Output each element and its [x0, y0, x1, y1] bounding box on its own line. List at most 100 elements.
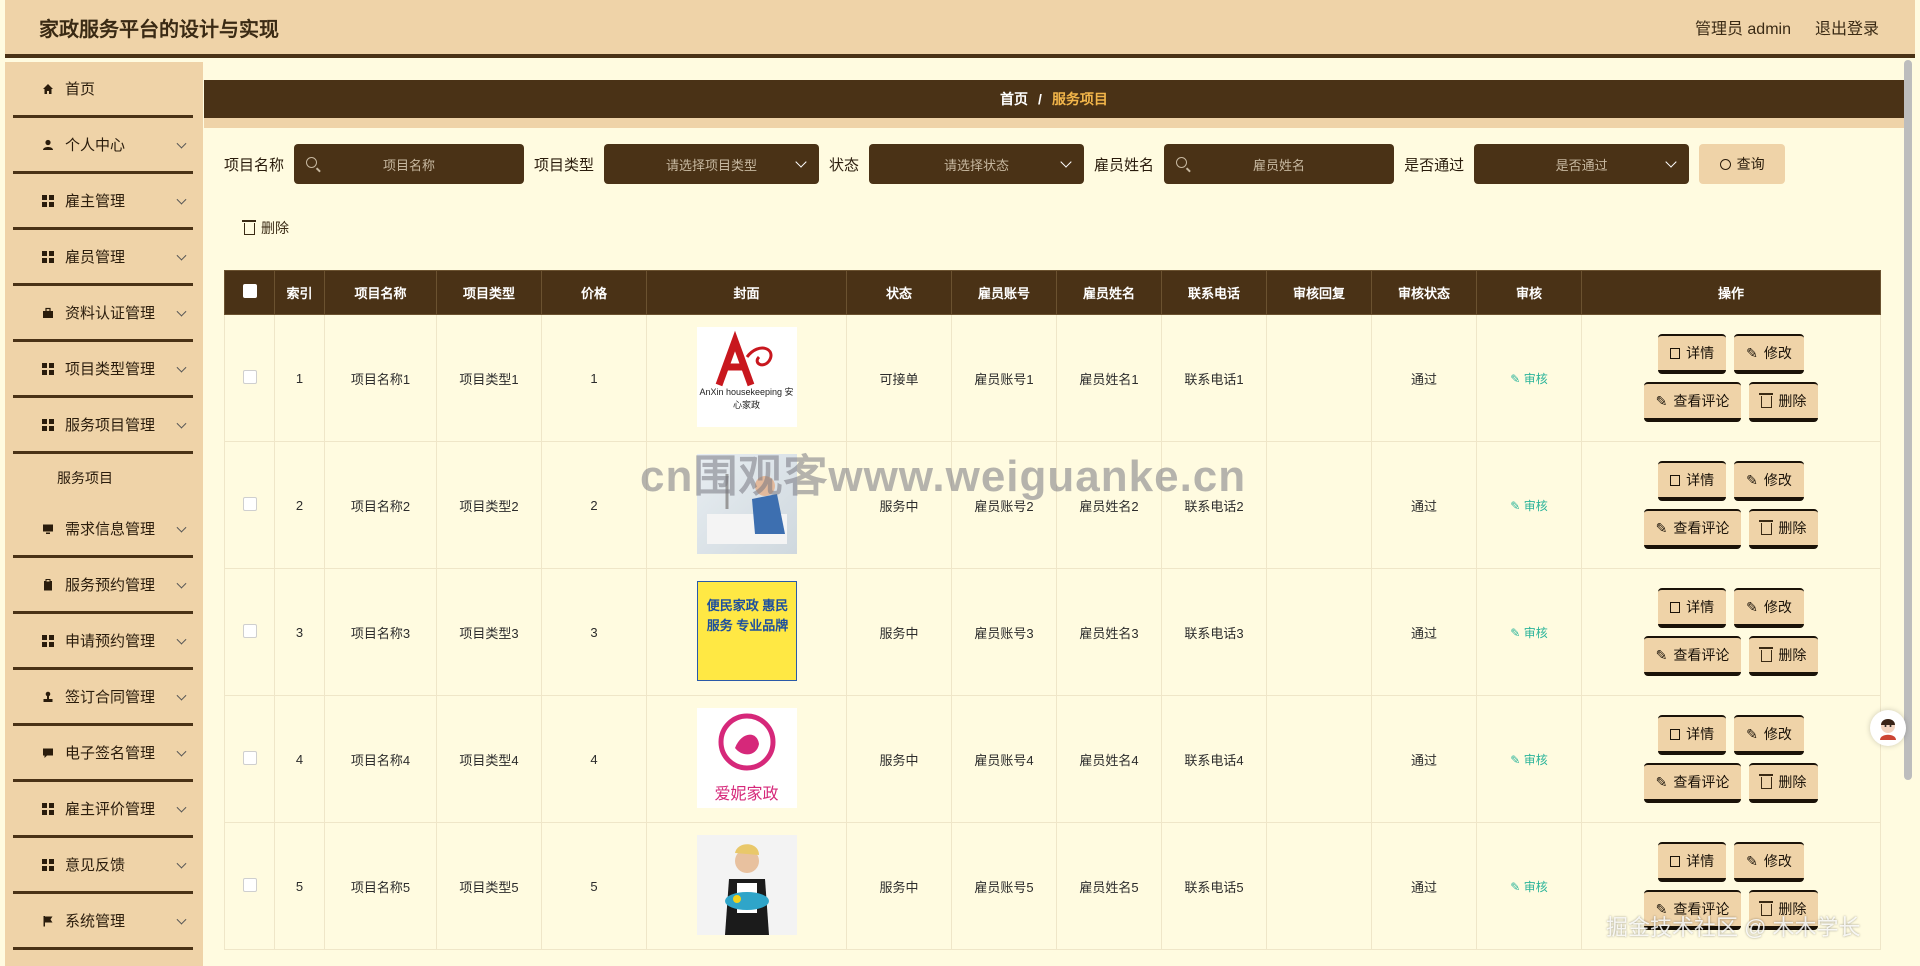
cell-reply: [1266, 568, 1372, 696]
cell-phone: 联系电话1: [1161, 314, 1267, 442]
assistant-avatar[interactable]: [1870, 710, 1906, 746]
audit-link[interactable]: ✎ 审核: [1510, 753, 1547, 767]
sidebar-item-certification[interactable]: 资料认证管理: [13, 286, 193, 342]
logout-link[interactable]: 退出登录: [1815, 15, 1879, 39]
sidebar-item-e-signature[interactable]: 电子签名管理: [13, 726, 193, 782]
trash-icon: [1759, 774, 1774, 789]
trash-icon: [1759, 520, 1774, 535]
view-comments-button[interactable]: ✎ 查看评论: [1643, 509, 1742, 549]
view-comments-button[interactable]: ✎ 查看评论: [1643, 382, 1742, 422]
chevron-down-icon: [1060, 156, 1072, 168]
detail-button[interactable]: 详情: [1658, 588, 1727, 628]
cell-account: 雇员账号3: [951, 568, 1057, 696]
flag-icon: [41, 914, 55, 928]
employee-name-placeholder: 雇员姓名: [1253, 157, 1306, 173]
select-all-cell[interactable]: [224, 270, 275, 315]
row-checkbox[interactable]: [242, 496, 257, 511]
page-scrollbar[interactable]: [1904, 60, 1912, 780]
sidebar-item-apply-booking[interactable]: 申请预约管理: [13, 614, 193, 670]
sidebar-item-system[interactable]: 系统管理: [13, 894, 193, 950]
select-all-checkbox[interactable]: [242, 284, 257, 298]
audit-link[interactable]: ✎ 审核: [1510, 626, 1547, 640]
sidebar-item-label: 系统管理: [65, 913, 126, 930]
project-name-label: 项目名称: [224, 156, 285, 174]
cell-audit-status: 通过: [1371, 441, 1477, 569]
project-type-select[interactable]: 请选择项目类型: [604, 144, 820, 184]
watermark-center: cn围观客www.weiguanke.cn: [640, 452, 1247, 501]
detail-button[interactable]: 详情: [1658, 715, 1727, 755]
cell-status: 可接单: [846, 314, 952, 442]
edit-button[interactable]: ✎ 修改: [1734, 461, 1804, 501]
row-checkbox[interactable]: [242, 623, 257, 638]
passed-select[interactable]: 是否通过: [1474, 144, 1690, 184]
sidebar-item-contract[interactable]: 签订合同管理: [13, 670, 193, 726]
sidebar-item-personal-center[interactable]: 个人中心: [13, 118, 193, 174]
pencil-icon: ✎: [1655, 646, 1668, 663]
cover-image-bianmin[interactable]: 便民家政 惠民服务 专业品牌: [696, 580, 797, 681]
sidebar-item-label: 首页: [65, 81, 96, 98]
delete-button[interactable]: 删除: [1749, 636, 1819, 676]
edit-button[interactable]: ✎ 修改: [1734, 715, 1804, 755]
chevron-down-icon: [176, 522, 187, 533]
edit-label: 修改: [1763, 345, 1792, 361]
sidebar-item-project-type[interactable]: 项目类型管理: [13, 342, 193, 398]
delete-button[interactable]: 删除: [1749, 509, 1819, 549]
delete-button[interactable]: 删除: [1749, 763, 1819, 803]
cover-image-anxin[interactable]: AnXin housekeeping 安心家政: [696, 326, 797, 427]
cell-index: 2: [274, 441, 325, 569]
detail-button[interactable]: 详情: [1658, 334, 1727, 374]
sidebar-subitem-service-project[interactable]: 服务项目: [13, 454, 193, 502]
row-actions: 详情 ✎ 修改 ✎ 查看评论 删除: [1582, 334, 1880, 422]
sidebar-item-service-booking[interactable]: 服务预约管理: [13, 558, 193, 614]
status-select[interactable]: 请选择状态: [869, 144, 1085, 184]
cover-image-aini[interactable]: 爱妮家政: [696, 707, 797, 808]
detail-button[interactable]: 详情: [1658, 842, 1727, 882]
edit-button[interactable]: ✎ 修改: [1734, 842, 1804, 882]
detail-button[interactable]: 详情: [1658, 461, 1727, 501]
cover-image-maid[interactable]: [696, 834, 797, 935]
column-header: 雇员姓名: [1056, 270, 1162, 315]
chevron-down-icon: [176, 138, 187, 149]
column-header: 雇员账号: [951, 270, 1057, 315]
edit-button[interactable]: ✎ 修改: [1734, 334, 1804, 374]
table-header: 索引 项目名称 项目类型 价格 封面 状态 雇员账号 雇员姓名 联系电话 审核回…: [224, 270, 1881, 315]
sidebar-item-service-project[interactable]: 服务项目管理: [13, 398, 193, 454]
row-checkbox[interactable]: [242, 750, 257, 765]
search-icon: [1719, 158, 1731, 170]
employee-name-input[interactable]: 雇员姓名: [1164, 144, 1395, 184]
sidebar-item-demand[interactable]: 需求信息管理: [13, 502, 193, 558]
edit-button[interactable]: ✎ 修改: [1734, 588, 1804, 628]
cell-status: 服务中: [846, 822, 952, 950]
sidebar-item-employee[interactable]: 雇员管理: [13, 230, 193, 286]
document-icon: [1670, 347, 1681, 359]
view-comments-button[interactable]: ✎ 查看评论: [1643, 636, 1742, 676]
project-name-input[interactable]: 项目名称: [294, 144, 525, 184]
row-checkbox[interactable]: [242, 877, 257, 892]
user-icon: [41, 138, 55, 152]
sidebar-item-feedback[interactable]: 意见反馈: [13, 838, 193, 894]
delete-button[interactable]: 删除: [1749, 382, 1819, 422]
table-row: 1 项目名称1 项目类型1 1 AnXin housekeeping 安心家政: [224, 314, 1881, 442]
cell-name: 项目名称3: [324, 568, 437, 696]
cell-name: 项目名称5: [324, 822, 437, 950]
document-icon: [1670, 728, 1681, 740]
sidebar-item-employer-review[interactable]: 雇主评价管理: [13, 782, 193, 838]
audit-label: 审核: [1523, 879, 1548, 894]
row-checkbox[interactable]: [242, 369, 257, 384]
batch-delete-button[interactable]: 删除: [242, 218, 289, 238]
chevron-down-icon: [176, 690, 187, 701]
sidebar-item-home[interactable]: 首页: [13, 62, 193, 118]
grid-icon: [41, 802, 55, 816]
audit-link[interactable]: ✎ 审核: [1510, 880, 1547, 894]
delete-label: 删除: [1778, 647, 1807, 663]
cell-audit-status: 通过: [1371, 822, 1477, 950]
document-icon: [1670, 855, 1681, 867]
sidebar-item-employer[interactable]: 雇主管理: [13, 174, 193, 230]
comments-label: 查看评论: [1673, 393, 1730, 409]
query-button[interactable]: 查询: [1699, 144, 1786, 184]
view-comments-button[interactable]: ✎ 查看评论: [1643, 763, 1742, 803]
breadcrumb-home[interactable]: 首页: [1000, 89, 1028, 109]
audit-link[interactable]: ✎ 审核: [1510, 499, 1547, 513]
project-type-label: 项目类型: [534, 156, 595, 174]
audit-link[interactable]: ✎ 审核: [1510, 372, 1547, 386]
